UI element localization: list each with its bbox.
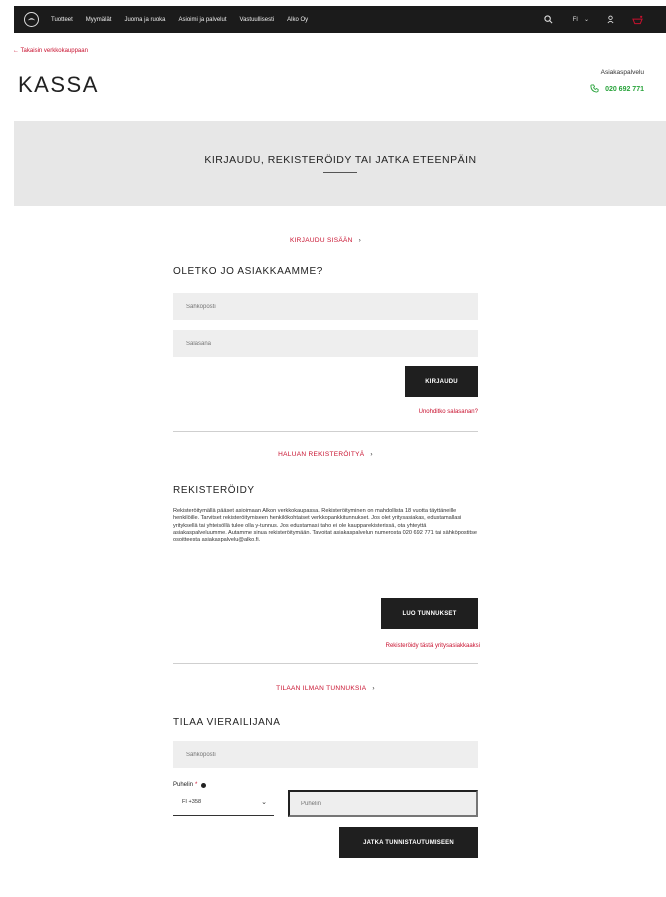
topbar-actions: FI ⌄ [526,6,643,33]
cart-icon[interactable] [632,15,643,25]
alko-logo[interactable] [24,12,39,27]
register-toggle-label: HALUAN REKISTERÖITYÄ [278,451,365,458]
language-label: FI [572,16,578,23]
login-email-input[interactable] [173,293,478,320]
guest-phone-input[interactable] [288,790,478,817]
logo-mark-icon [27,18,36,21]
chevron-right-icon: › [358,237,362,244]
nav-item-drink-and-food[interactable]: Juoma ja ruoka [124,17,165,23]
login-password-input[interactable] [173,330,478,357]
phone-icon [590,84,599,95]
guest-heading: TILAA VIERAILIJANA [173,717,281,728]
nav-item-products[interactable]: Tuotteet [51,17,73,23]
info-icon[interactable] [201,782,207,788]
page-title: KASSA [18,72,99,97]
language-selector[interactable]: FI ⌄ [572,16,589,24]
chevron-right-icon: › [370,451,373,458]
chevron-down-icon: ⌄ [583,17,589,23]
login-toggle[interactable]: KIRJAUDU SISÄÄN › [173,237,478,244]
customer-service-phone-number: 020 692 771 [605,86,644,93]
phone-label-text: Puhelin [173,782,194,788]
forgot-password-link[interactable]: Unohditko salasanan? [419,409,478,415]
create-account-button[interactable]: LUO TUNNUKSET [381,598,478,629]
phone-field-label: Puhelin * [173,782,207,788]
login-button[interactable]: KIRJAUDU [405,366,478,397]
register-heading: REKISTERÖIDY [173,485,255,496]
nav-item-stores[interactable]: Myymälät [86,17,112,23]
user-icon[interactable] [607,15,614,24]
required-marker: * [195,782,198,788]
chevron-right-icon: › [372,685,375,692]
guest-toggle[interactable]: TILAAN ILMAN TUNNUKSIA › [173,685,478,692]
login-toggle-label: KIRJAUDU SISÄÄN [289,237,353,244]
chevron-down-icon: ⌄ [261,799,267,806]
back-to-store-link[interactable]: ← Takaisin verkkokauppaan [13,48,88,54]
guest-toggle-label: TILAAN ILMAN TUNNUKSIA [276,685,367,692]
customer-service-phone[interactable]: 020 692 771 [590,84,644,95]
checkout-main-column: KIRJAUDU SISÄÄN › OLETKO JO ASIAKKAAMME? … [173,0,480,897]
register-description: Rekisteröitymällä pääset asioimaan Alkon… [173,508,477,544]
register-toggle[interactable]: HALUAN REKISTERÖITYÄ › [173,451,478,458]
guest-email-input[interactable] [173,741,478,768]
business-register-link[interactable]: Rekisteröidy tästä yritysasiakkaaksi [386,643,480,649]
search-icon[interactable] [543,15,553,24]
section-divider [173,431,478,432]
customer-service-label: Asiakaspalvelu [600,69,644,76]
continue-to-authentication-button[interactable]: JATKA TUNNISTAUTUMISEEN [339,827,478,858]
section-divider [173,663,478,664]
country-code-value: FI +358 [182,799,202,805]
login-heading: OLETKO JO ASIAKKAAMME? [173,266,323,277]
country-code-select[interactable]: FI +358 ⌄ [173,789,274,816]
